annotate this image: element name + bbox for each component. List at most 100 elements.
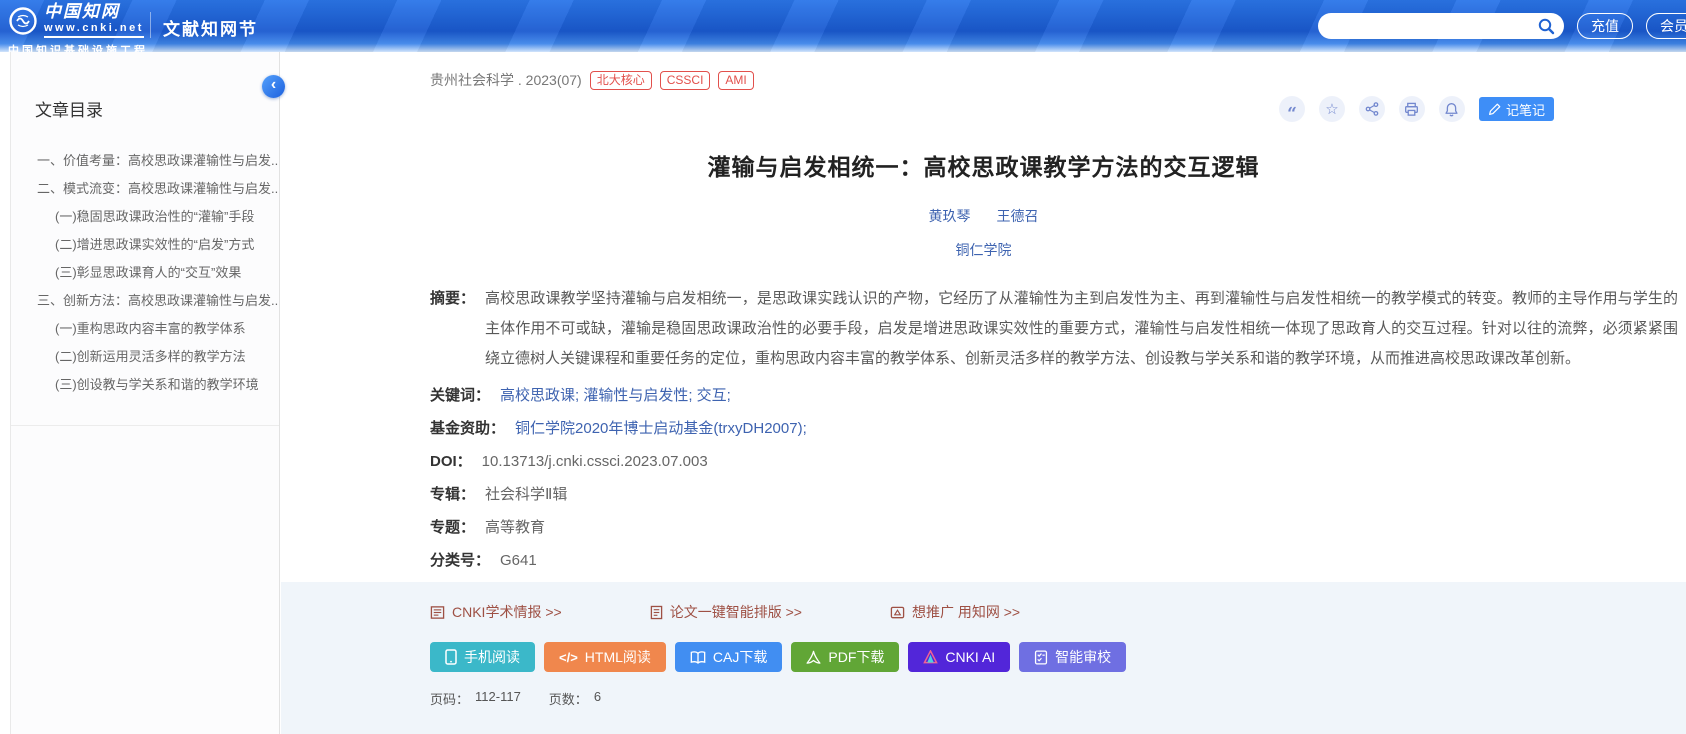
clc-row: 分类号： G641 (430, 550, 1678, 572)
note-button-label: 记笔记 (1506, 100, 1545, 119)
album-row: 专辑： 社会科学Ⅱ辑 (430, 484, 1678, 506)
author-row: 黄玖琴 王德召 (281, 206, 1686, 226)
sidebar-divider (11, 425, 279, 426)
page-info-row: 页码： 112-117 页数： 6 (430, 689, 1686, 708)
caj-download-button[interactable]: CAJ下载 (675, 642, 782, 672)
clc-label: 分类号： (430, 550, 490, 572)
search-icon[interactable] (1537, 17, 1555, 35)
topic-label: 专题： (430, 517, 475, 539)
button-label: 手机阅读 (464, 647, 520, 667)
keywords-label: 关键词： (430, 385, 490, 407)
page-count-label: 页数： (549, 689, 588, 708)
page-range-value: 112-117 (475, 689, 521, 708)
abstract-label: 摘要： (430, 284, 475, 374)
toc-list: 一、价值考量：高校思政课灌输性与启发... 二、模式流变：高校思政课灌输性与启发… (11, 147, 279, 399)
search-input[interactable] (1318, 13, 1564, 39)
cite-button[interactable]: “ (1279, 96, 1305, 122)
pdf-download-button[interactable]: PDF下载 (791, 642, 899, 672)
phone-icon (445, 649, 457, 665)
print-button[interactable] (1399, 96, 1425, 122)
promo-row: CNKI学术情报 >> 论文一键智能排版 >> 想推广 用知网 >> (430, 582, 1686, 622)
abstract-text: 高校思政课教学坚持灌输与启发相统一，是思政课实践认识的产物，它经历了从灌输性为主… (485, 284, 1678, 374)
code-icon: </> (559, 650, 578, 665)
toc-item-3-1[interactable]: (一)重构思政内容丰富的教学体系 (11, 315, 279, 343)
member-button[interactable]: 会员 (1646, 13, 1686, 39)
toc-item-2-1[interactable]: (一)稳固思政课政治性的“灌输”手段 (11, 203, 279, 231)
doi-value: 10.13713/j.cnki.cssci.2023.07.003 (482, 451, 708, 473)
topic-value: 高等教育 (485, 517, 545, 539)
header-divider (150, 12, 151, 38)
promo-advertise[interactable]: 想推广 用知网 >> (890, 602, 1020, 622)
pencil-icon (1488, 103, 1501, 116)
cnki-ai-button[interactable]: CNKI AI (908, 642, 1010, 672)
article-action-toolbar: “ ☆ (1279, 96, 1554, 122)
toc-item-1[interactable]: 一、价值考量：高校思政课灌输性与启发... (11, 147, 279, 175)
abstract-row: 摘要： 高校思政课教学坚持灌输与启发相统一，是思政课实践认识的产物，它经历了从灌… (430, 284, 1678, 374)
promo-smart-typeset[interactable]: 论文一键智能排版 >> (650, 602, 802, 622)
toc-item-2-2[interactable]: (二)增进思政课实效性的“启发”方式 (11, 231, 279, 259)
toc-item-2-3[interactable]: (三)彰显思政课育人的“交互”效果 (11, 259, 279, 287)
clc-value: G641 (500, 550, 537, 572)
article-toc-sidebar: 文章目录 一、价值考量：高校思政课灌输性与启发... 二、模式流变：高校思政课灌… (10, 52, 280, 734)
top-header: 中国知网 www.cnki.net 中国知识基础设施工程 文献知网节 充值 会员 (0, 0, 1686, 52)
journal-link[interactable]: 贵州社会科学 . 2023(07) (430, 70, 582, 90)
keywords-value[interactable]: 高校思政课; 灌输性与启发性; 交互; (500, 385, 731, 407)
article-footer: CNKI学术情报 >> 论文一键智能排版 >> 想推广 用知网 >> (281, 582, 1686, 734)
article-meta: 摘要： 高校思政课教学坚持灌输与启发相统一，是思政课实践认识的产物，它经历了从灌… (430, 284, 1678, 572)
button-label: PDF下载 (828, 647, 884, 667)
page-count-value: 6 (594, 689, 601, 708)
proofread-icon (1034, 650, 1048, 665)
take-note-button[interactable]: 记笔记 (1479, 97, 1554, 121)
button-label: 智能审校 (1055, 647, 1111, 667)
album-label: 专辑： (430, 484, 475, 506)
toc-item-2[interactable]: 二、模式流变：高校思政课灌输性与启发... (11, 175, 279, 203)
fund-row: 基金资助： 铜仁学院2020年博士启动基金(trxyDH2007); (430, 418, 1678, 440)
alert-button[interactable] (1439, 96, 1465, 122)
chevron-left-icon: ‹ (271, 76, 276, 93)
affiliation-link[interactable]: 铜仁学院 (281, 240, 1686, 260)
header-search-box (1318, 13, 1564, 39)
badge-ami[interactable]: AMI (718, 71, 753, 90)
cnki-logo-icon (8, 6, 38, 36)
toc-item-3-3[interactable]: (三)创设教与学关系和谐的教学环境 (11, 371, 279, 399)
fund-value[interactable]: 铜仁学院2020年博士启动基金(trxyDH2007); (515, 418, 807, 440)
sidebar-collapse-button[interactable]: ‹ (262, 75, 285, 98)
ai-logo-icon (923, 650, 938, 664)
share-button[interactable] (1359, 96, 1385, 122)
megaphone-icon (890, 605, 905, 620)
site-section-title: 文献知网节 (163, 15, 258, 40)
badge-cssci[interactable]: CSSCI (660, 71, 711, 90)
star-icon: ☆ (1325, 102, 1338, 117)
logo-cn-text: 中国知网 (44, 3, 144, 20)
badge-beida-core[interactable]: 北大核心 (590, 71, 652, 90)
recharge-button[interactable]: 充值 (1577, 13, 1633, 39)
pdf-icon (806, 650, 821, 665)
logo-tagline: 中国知识基础设施工程 (8, 42, 148, 52)
author-link-1[interactable]: 黄玖琴 (929, 206, 971, 226)
printer-icon (1404, 102, 1419, 117)
toc-item-3[interactable]: 三、创新方法：高校思政课灌输性与启发... (11, 287, 279, 315)
topic-row: 专题： 高等教育 (430, 517, 1678, 539)
book-icon (690, 650, 706, 665)
logo-url-text: www.cnki.net (44, 23, 144, 38)
cnki-logo[interactable]: 中国知网 www.cnki.net 中国知识基础设施工程 (8, 3, 148, 52)
smart-proofread-button[interactable]: 智能审校 (1019, 642, 1126, 672)
promo-label: CNKI学术情报 >> (452, 602, 562, 622)
quote-icon: “ (1287, 110, 1297, 118)
fund-label: 基金资助： (430, 418, 505, 440)
button-label: CAJ下载 (713, 647, 767, 667)
toc-item-3-2[interactable]: (二)创新运用灵活多样的教学方法 (11, 343, 279, 371)
newspaper-icon (430, 605, 445, 620)
promo-academic-intel[interactable]: CNKI学术情报 >> (430, 602, 562, 622)
keywords-row: 关键词： 高校思政课; 灌输性与启发性; 交互; (430, 385, 1678, 407)
page-range-label: 页码： (430, 689, 469, 708)
article-main: 贵州社会科学 . 2023(07) 北大核心 CSSCI AMI “ ☆ (281, 52, 1686, 734)
mobile-read-button[interactable]: 手机阅读 (430, 642, 535, 672)
favorite-button[interactable]: ☆ (1319, 96, 1345, 122)
doi-label: DOI： (430, 451, 472, 473)
html-read-button[interactable]: </> HTML阅读 (544, 642, 666, 672)
toc-title: 文章目录 (35, 96, 279, 121)
share-icon (1365, 102, 1379, 116)
author-link-2[interactable]: 王德召 (997, 206, 1039, 226)
bell-icon (1444, 102, 1459, 117)
